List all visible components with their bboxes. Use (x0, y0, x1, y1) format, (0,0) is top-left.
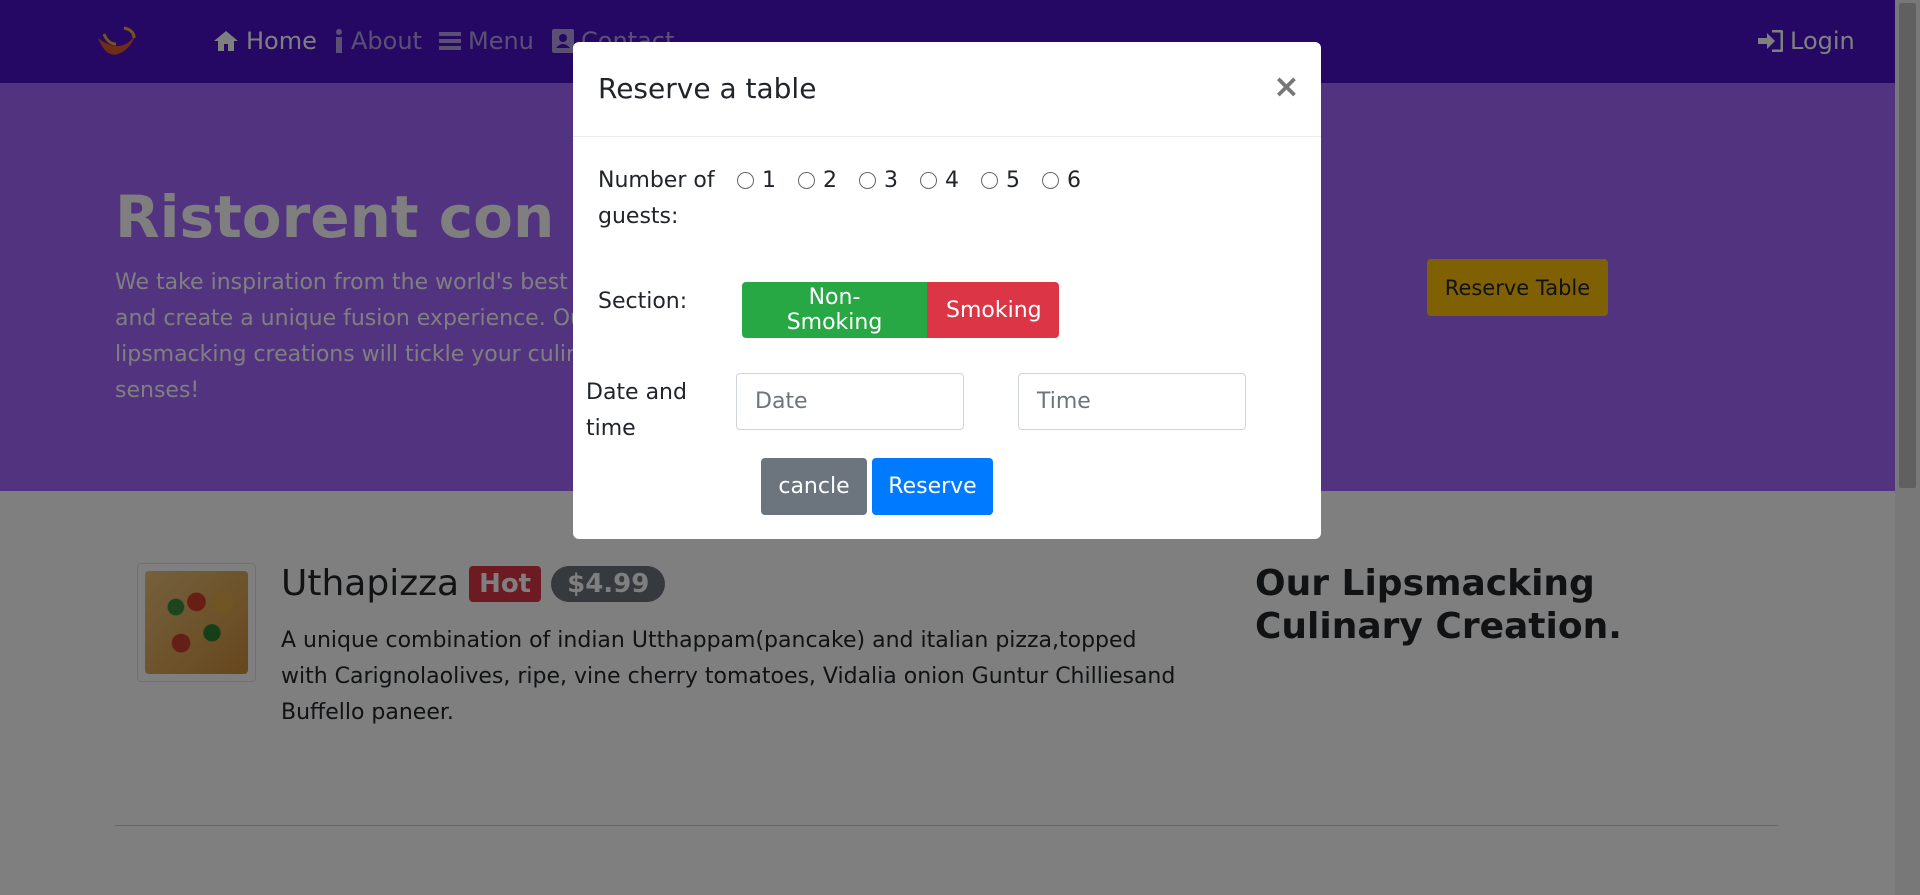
radio-circle[interactable] (859, 172, 876, 189)
date-time-label: Date and time (586, 380, 687, 441)
guest-option-6[interactable]: 6 (1042, 168, 1081, 193)
guest-option-label: 1 (762, 168, 776, 193)
modal-title: Reserve a table (598, 72, 817, 105)
smoking-button[interactable]: Smoking (927, 282, 1059, 338)
date-input[interactable]: Date (736, 373, 964, 430)
radio-circle[interactable] (1042, 172, 1059, 189)
guest-option-label: 6 (1067, 168, 1081, 193)
guest-option-1[interactable]: 1 (737, 168, 776, 193)
section-button-group: Non-Smoking Smoking (742, 282, 1059, 338)
guests-label: Number of guests: (598, 168, 715, 229)
close-icon[interactable]: × (1273, 70, 1300, 102)
radio-circle[interactable] (920, 172, 937, 189)
modal-header: Reserve a table × (573, 42, 1321, 137)
reserve-table-modal: Reserve a table × Number of guests: 1 2 … (573, 42, 1321, 539)
radio-circle[interactable] (737, 172, 754, 189)
guest-option-label: 5 (1006, 168, 1020, 193)
radio-circle[interactable] (981, 172, 998, 189)
guest-option-label: 4 (945, 168, 959, 193)
guest-option-2[interactable]: 2 (798, 168, 837, 193)
non-smoking-button[interactable]: Non-Smoking (742, 282, 927, 338)
guest-option-3[interactable]: 3 (859, 168, 898, 193)
time-input[interactable]: Time (1018, 373, 1246, 430)
radio-circle[interactable] (798, 172, 815, 189)
cancel-button[interactable]: cancle (761, 458, 867, 515)
guest-option-5[interactable]: 5 (981, 168, 1020, 193)
section-label: Section: (598, 289, 688, 314)
reserve-button[interactable]: Reserve (872, 458, 993, 515)
guests-radio-group: 1 2 3 4 5 6 (737, 168, 1081, 193)
guest-option-label: 2 (823, 168, 837, 193)
guest-option-4[interactable]: 4 (920, 168, 959, 193)
guest-option-label: 3 (884, 168, 898, 193)
